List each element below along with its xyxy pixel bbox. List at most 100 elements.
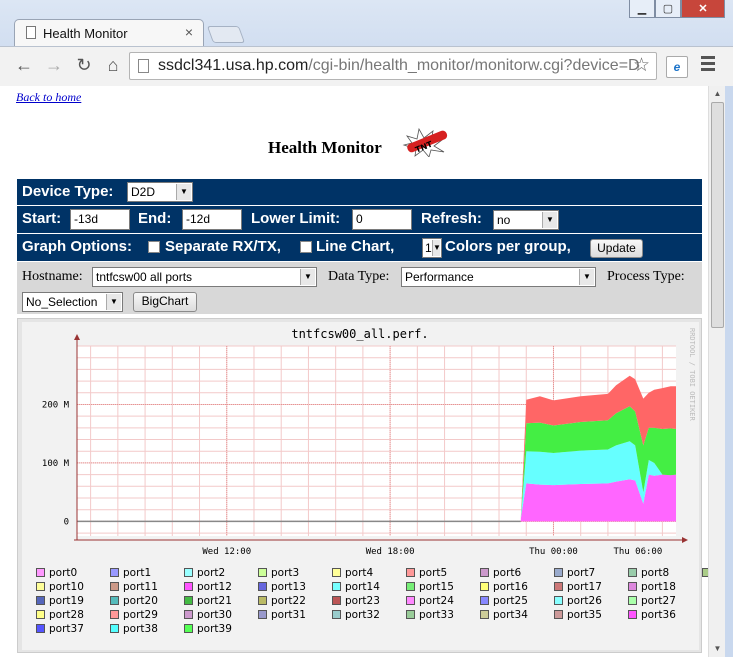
end-input[interactable]: -12d <box>182 209 242 230</box>
line-chart-label: Line Chart, <box>316 238 395 255</box>
legend-swatch <box>628 610 637 619</box>
ie-tab-icon[interactable]: e <box>666 56 688 78</box>
legend-swatch <box>480 610 489 619</box>
legend-item: port29 <box>110 609 158 621</box>
address-bar[interactable]: ssdcl341.usa.hp.com/cgi-bin/health_monit… <box>129 52 657 80</box>
colors-select[interactable]: 1 ▼ <box>422 238 442 258</box>
legend-swatch <box>554 568 563 577</box>
scrollbar-thumb[interactable] <box>711 102 724 328</box>
legend-item: port7 <box>554 567 595 579</box>
back-arrow-icon[interactable]: ← <box>12 53 36 77</box>
legend-swatch <box>406 582 415 591</box>
legend-swatch <box>332 610 341 619</box>
legend-label: port22 <box>271 595 306 607</box>
chevron-down-icon: ▼ <box>432 240 441 256</box>
scroll-up-icon[interactable]: ▲ <box>709 86 726 102</box>
legend-swatch <box>554 610 563 619</box>
data-type-select[interactable]: Performance ▼ <box>401 267 596 287</box>
x-tick-label: Thu 00:00 <box>529 547 578 557</box>
legend-item: port17 <box>554 581 602 593</box>
update-button[interactable]: Update <box>590 239 643 258</box>
maximize-icon[interactable]: ▢ <box>655 0 681 18</box>
legend-label: port26 <box>567 595 602 607</box>
legend-item: port19 <box>36 595 84 607</box>
legend-label: port33 <box>419 609 454 621</box>
vertical-scrollbar[interactable]: ▲ ▼ <box>708 86 725 657</box>
close-window-icon[interactable]: ✕ <box>681 0 725 18</box>
legend-item: port4 <box>332 567 373 579</box>
device-type-value: D2D <box>131 185 156 199</box>
legend-label: port37 <box>49 623 84 635</box>
process-type-label: Process Type: <box>607 269 685 284</box>
new-tab-button[interactable] <box>206 26 246 43</box>
line-chart-checkbox[interactable] <box>300 241 312 253</box>
legend-label: port6 <box>493 567 522 579</box>
legend-swatch <box>332 596 341 605</box>
data-type-label: Data Type: <box>328 269 390 284</box>
graph-image: tntfcsw00_all.perf. RRDTOOL / TOBI OETIKE… <box>22 322 708 650</box>
minimize-icon[interactable]: ▁ <box>629 0 655 18</box>
legend-swatch <box>36 610 45 619</box>
device-type-select[interactable]: D2D ▼ <box>127 182 193 202</box>
reload-icon[interactable]: ↻ <box>72 53 96 77</box>
legend-swatch <box>36 568 45 577</box>
graph-options-label: Graph Options: <box>22 238 132 255</box>
legend-label: port2 <box>197 567 226 579</box>
chart-watermark: RRDTOOL / TOBI OETIKER <box>688 328 696 422</box>
back-to-home-link[interactable]: Back to home <box>16 90 81 105</box>
browser-tab[interactable]: Health Monitor × <box>14 19 204 46</box>
legend-swatch <box>258 582 267 591</box>
legend-label: port12 <box>197 581 232 593</box>
legend-label: port4 <box>345 567 374 579</box>
lower-limit-input[interactable]: 0 <box>352 209 412 230</box>
legend-item: port30 <box>184 609 232 621</box>
legend-item: port24 <box>406 595 454 607</box>
close-tab-icon[interactable]: × <box>185 24 193 40</box>
legend-label: port24 <box>419 595 454 607</box>
hostname-select[interactable]: tntfcsw00 all ports ▼ <box>92 267 317 287</box>
legend-item: port27 <box>628 595 676 607</box>
legend-label: port16 <box>493 581 528 593</box>
graph-panel: tntfcsw00_all.perf. RRDTOOL / TOBI OETIKE… <box>17 318 708 653</box>
legend-label: port11 <box>123 581 158 593</box>
menu-icon[interactable] <box>701 56 715 74</box>
legend-swatch <box>110 582 119 591</box>
legend-label: port39 <box>197 623 232 635</box>
legend-label: port32 <box>345 609 380 621</box>
legend-label: port34 <box>493 609 528 621</box>
legend-swatch <box>184 582 193 591</box>
legend-label: port15 <box>419 581 454 593</box>
scroll-down-icon[interactable]: ▼ <box>709 641 726 657</box>
legend-item: port1 <box>110 567 151 579</box>
legend-label: port17 <box>567 581 602 593</box>
legend-swatch <box>628 568 637 577</box>
bigchart-button[interactable]: BigChart <box>133 292 197 312</box>
legend-swatch <box>332 568 341 577</box>
legend-label: port3 <box>271 567 300 579</box>
tab-title: Health Monitor <box>43 26 128 41</box>
legend-label: port1 <box>123 567 152 579</box>
refresh-select[interactable]: no ▼ <box>493 210 559 230</box>
page-content: Back to home Health Monitor TNT Device T… <box>6 86 708 657</box>
start-label: Start: <box>22 210 62 227</box>
legend-swatch <box>480 596 489 605</box>
page-title: Health Monitor <box>268 138 382 157</box>
tnt-logo: TNT <box>402 127 448 157</box>
legend-swatch <box>332 582 341 591</box>
forward-arrow-icon[interactable]: → <box>42 53 66 77</box>
process-type-select[interactable]: No_Selection ▼ <box>22 292 123 312</box>
legend-item: port11 <box>110 581 158 593</box>
legend-label: port29 <box>123 609 158 621</box>
legend-label: port36 <box>641 609 676 621</box>
home-icon[interactable]: ⌂ <box>101 53 125 77</box>
y-axis-arrow <box>74 334 80 340</box>
legend-item: port28 <box>36 609 84 621</box>
x-tick-label: Thu 06:00 <box>613 547 662 557</box>
star-icon[interactable]: ☆ <box>633 54 650 77</box>
separate-rxtx-checkbox[interactable] <box>148 241 160 253</box>
legend-item: port22 <box>258 595 306 607</box>
start-input[interactable]: -13d <box>70 209 130 230</box>
selection-panel: Hostname: tntfcsw00 all ports ▼ Data Typ… <box>17 262 702 314</box>
legend-swatch <box>628 596 637 605</box>
legend-swatch <box>258 596 267 605</box>
